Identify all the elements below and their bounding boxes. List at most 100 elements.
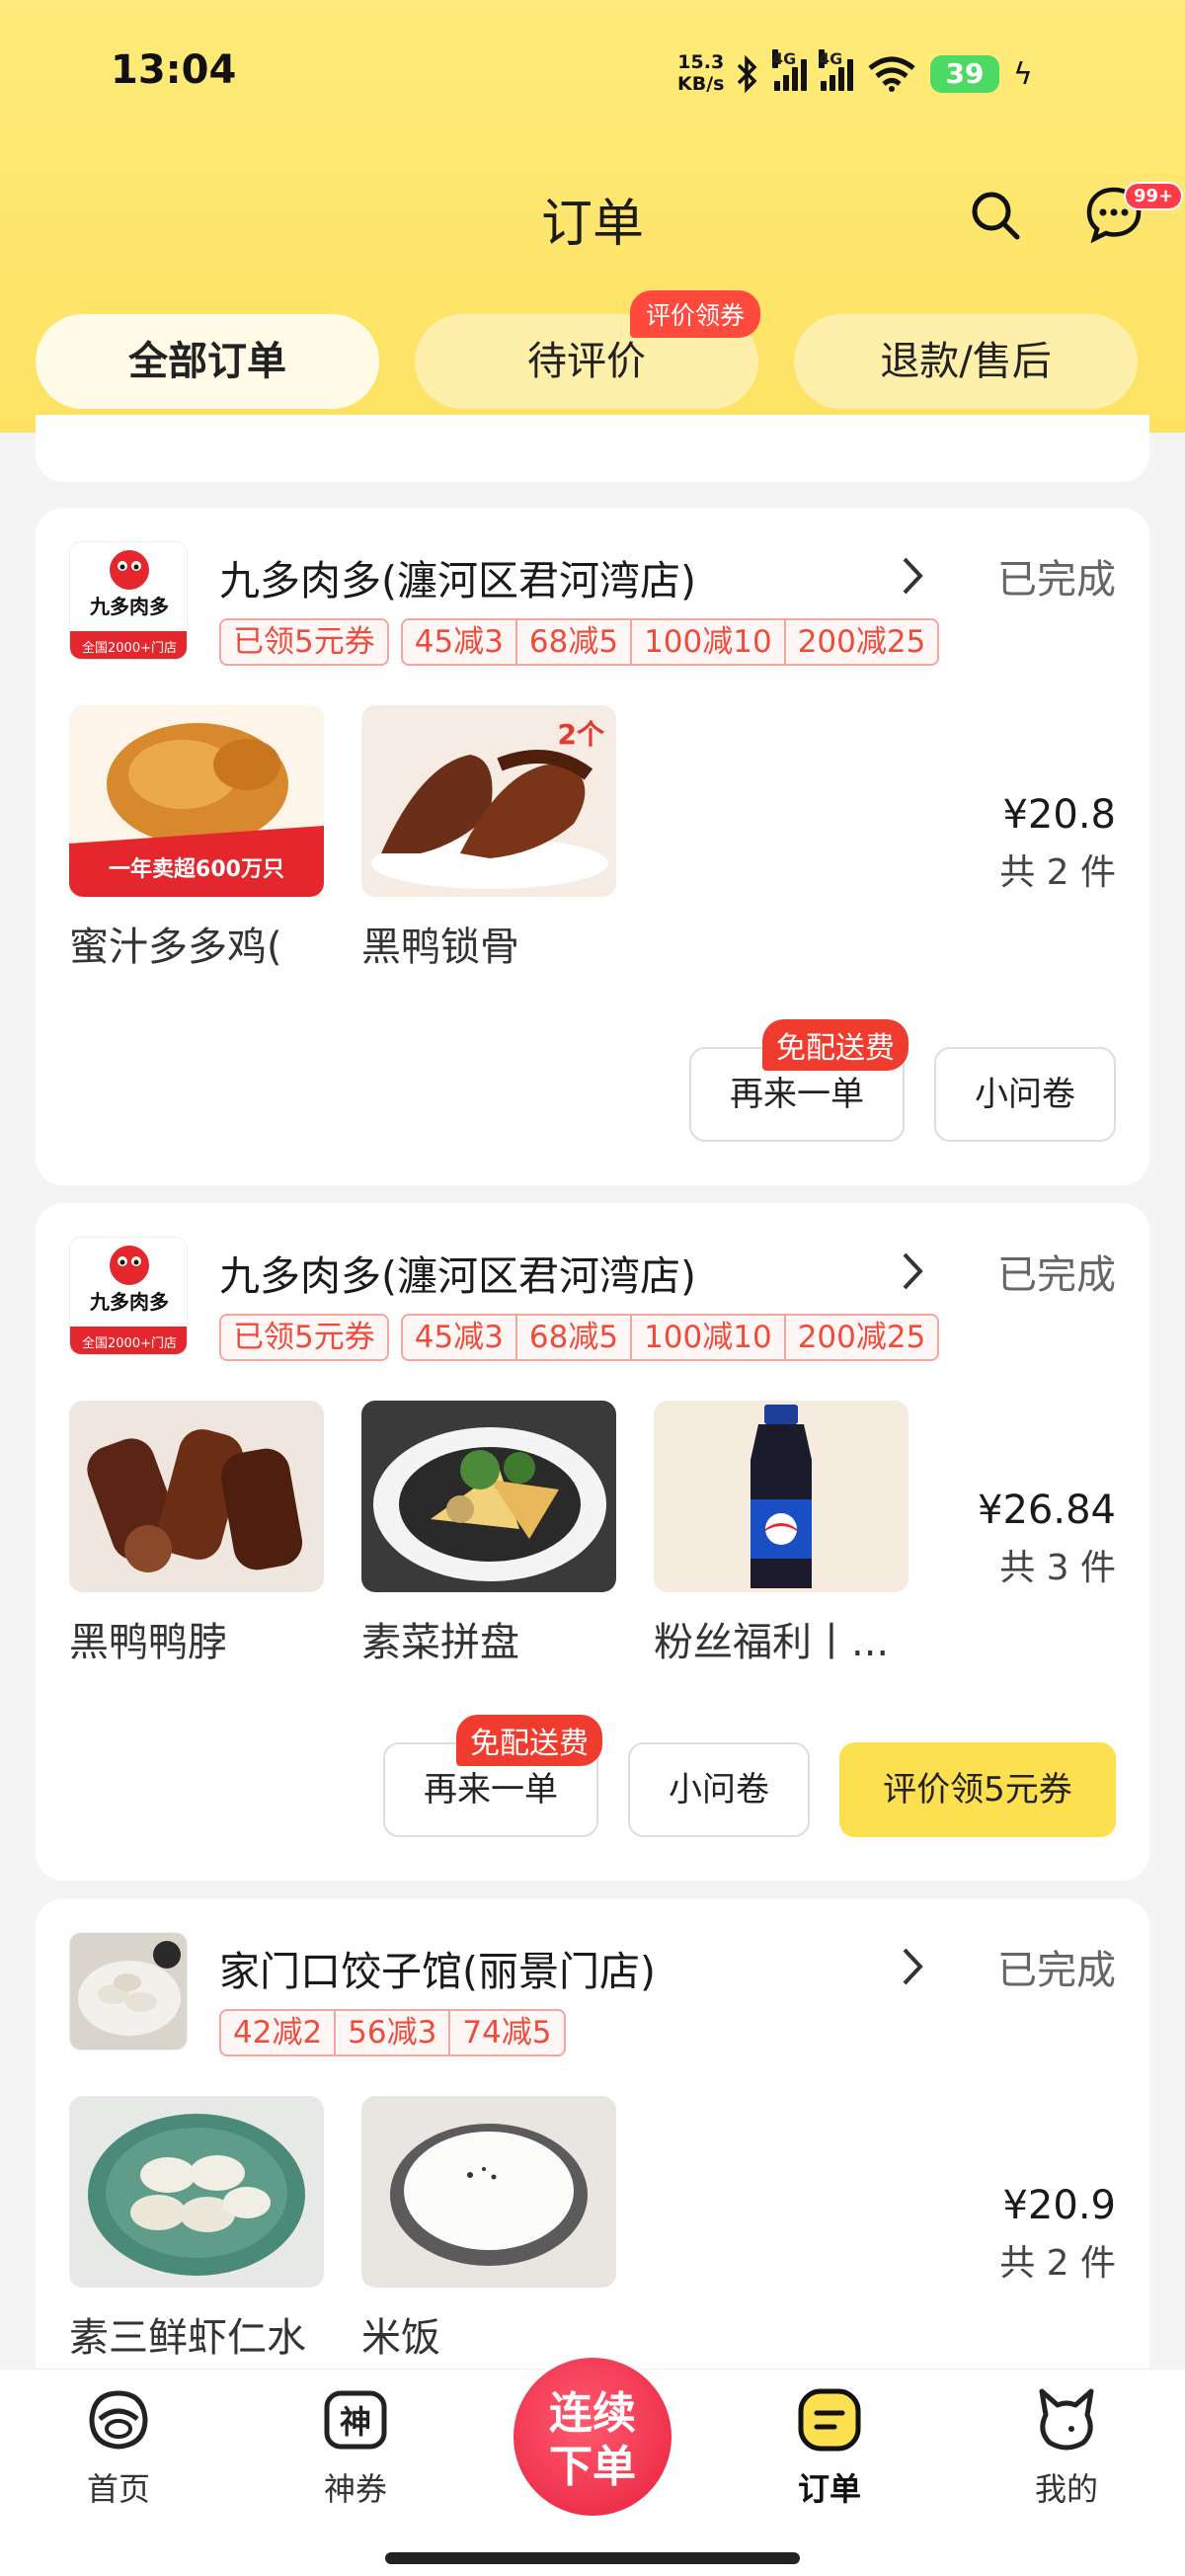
order-card[interactable]: 九多肉多 全国2000+门店 九多肉多(瀍河区君河湾店) 已完成 已领5元券 4…: [36, 1203, 1149, 1881]
status-time: 13:04: [111, 47, 237, 93]
discount-tag: 68减5: [516, 1314, 633, 1361]
status-icons: 4G 4G 39 ϟ: [735, 49, 1033, 99]
discount-tag: 200减25: [785, 1314, 940, 1361]
store-logo: 九多肉多 全国2000+门店: [69, 541, 188, 660]
order-item[interactable]: 一年卖超600万只 蜜汁多多鸡(: [69, 705, 324, 972]
nav-profile[interactable]: 我的: [997, 2385, 1136, 2510]
continuous-order-line1: 连续: [549, 2388, 636, 2439]
discount-tags: 45减3 68减5 100减10 200减25: [400, 1314, 940, 1361]
item-count: 共 2 件: [999, 2243, 1116, 2284]
chevron-right-icon[interactable]: [893, 551, 932, 601]
chevron-right-icon[interactable]: [893, 1942, 932, 1991]
battery-indicator: 39: [930, 55, 999, 93]
tab-refund[interactable]: 退款/售后: [794, 314, 1138, 409]
order-price: ¥26.84: [978, 1488, 1116, 1533]
status-bar: 13:04 15.3 KB/s 4G 4G 39 ϟ: [0, 0, 1185, 148]
review-button[interactable]: 评价领5元券: [839, 1742, 1116, 1837]
order-tabs: 全部订单 待评价 退款/售后: [0, 314, 1185, 409]
tab-all-orders[interactable]: 全部订单: [36, 314, 379, 409]
nav-home[interactable]: 首页: [49, 2385, 188, 2510]
order-status: 已完成: [997, 1948, 1116, 1993]
item-name: 素菜拼盘: [361, 1620, 519, 1665]
item-name: 蜜汁多多鸡(: [69, 925, 282, 970]
network-speed-unit: KB/s: [677, 73, 725, 95]
claimed-coupon-tag: 已领5元券: [219, 1314, 389, 1361]
discount-tag: 45减3: [400, 618, 517, 666]
item-name: 素三鲜虾仁水: [69, 2315, 306, 2361]
item-image: [361, 2096, 616, 2288]
signal-icon-1: 4G: [772, 49, 807, 91]
order-item[interactable]: 米饭: [361, 2096, 616, 2363]
nav-coupons[interactable]: 神 神券: [286, 2385, 425, 2510]
order-status: 已完成: [997, 1252, 1116, 1298]
logo-text: 九多肉多: [89, 595, 169, 618]
store-logo: 九多肉多 全国2000+门店: [69, 1237, 188, 1355]
network-speed: 15.3 KB/s: [677, 51, 724, 95]
coupon-tags: 已领5元券 45减3 68减5 100减10 200减25: [219, 618, 940, 666]
claimed-coupon-tag: 已领5元券: [219, 618, 389, 666]
discount-tag: 100减10: [632, 618, 786, 666]
nav-label: 订单: [797, 2470, 861, 2508]
store-name[interactable]: 家门口饺子馆(丽景门店): [219, 1938, 656, 1997]
item-image: [361, 1401, 616, 1592]
item-count: 共 2 件: [999, 852, 1116, 893]
survey-button[interactable]: 小问卷: [628, 1742, 810, 1837]
store-name[interactable]: 九多肉多(瀍河区君河湾店): [219, 547, 696, 606]
signal-icon-2: 4G: [819, 49, 853, 91]
nav-orders[interactable]: 订单: [760, 2385, 899, 2510]
nav-label: 我的: [1034, 2470, 1098, 2508]
item-name: 黑鸭锁骨: [361, 925, 519, 970]
discount-tag: 74减5: [450, 2009, 566, 2056]
charging-icon: ϟ: [1013, 56, 1033, 92]
item-image: 一年卖超600万只: [69, 705, 324, 897]
item-image: [69, 2096, 324, 2288]
item-count: 共 3 件: [999, 1548, 1116, 1588]
search-icon[interactable]: [966, 186, 1025, 245]
discount-tag: 68减5: [516, 618, 633, 666]
chevron-right-icon[interactable]: [893, 1247, 932, 1296]
discount-tags: 42减2 56减3 74减5: [219, 2009, 566, 2056]
order-item[interactable]: 2个 黑鸭锁骨: [361, 705, 616, 972]
logo-subtext: 全国2000+门店: [82, 640, 177, 656]
order-item[interactable]: 粉丝福利丨...: [654, 1401, 908, 1667]
home-icon: [89, 2390, 148, 2450]
profile-icon: [1039, 2388, 1094, 2451]
coupon-icon-glyph: 神: [340, 2403, 371, 2441]
logo-text: 九多肉多: [89, 1290, 169, 1314]
free-delivery-badge: 免配送费: [762, 1019, 908, 1071]
wifi-icon: [868, 56, 915, 92]
discount-tag: 200减25: [785, 618, 940, 666]
coupon-tags: 42减2 56减3 74减5: [219, 2009, 566, 2056]
title-bar: 订单 99+: [0, 168, 1185, 257]
order-card[interactable]: 九多肉多 全国2000+门店 九多肉多(瀍河区君河湾店) 已完成 已领5元券 4…: [36, 508, 1149, 1185]
item-image: [654, 1401, 908, 1592]
home-indicator: [385, 2552, 800, 2564]
order-item[interactable]: 黑鸭鸭脖: [69, 1401, 324, 1667]
discount-tag: 100减10: [632, 1314, 786, 1361]
item-name: 粉丝福利丨...: [654, 1620, 890, 1665]
nav-label: 神券: [323, 2470, 387, 2508]
coupon-icon: 神: [324, 2390, 387, 2450]
item-quantity: 2个: [557, 718, 604, 751]
order-item[interactable]: 素菜拼盘: [361, 1401, 616, 1667]
previous-order-card: [36, 415, 1149, 482]
store-name[interactable]: 九多肉多(瀍河区君河湾店): [219, 1243, 696, 1302]
item-image: 2个: [361, 705, 616, 897]
survey-button[interactable]: 小问卷: [934, 1047, 1116, 1142]
network-type-label: 4G: [772, 49, 797, 68]
network-speed-value: 15.3: [677, 51, 725, 73]
header: 13:04 15.3 KB/s 4G 4G 39 ϟ 订单 99+ 评价领券 全…: [0, 0, 1185, 433]
orders-icon: [798, 2388, 861, 2452]
nav-label: 首页: [86, 2470, 150, 2508]
free-delivery-badge: 免配送费: [456, 1715, 602, 1766]
review-reward-badge: 评价领券: [630, 290, 761, 338]
order-item[interactable]: 素三鲜虾仁水: [69, 2096, 324, 2363]
discount-tag: 42减2: [219, 2009, 337, 2056]
continuous-order-button[interactable]: 连续 下单: [510, 2354, 675, 2520]
discount-tag: 56减3: [336, 2009, 451, 2056]
item-name: 黑鸭鸭脖: [69, 1620, 227, 1665]
order-price: ¥20.8: [1002, 792, 1116, 838]
order-status: 已完成: [997, 557, 1116, 603]
discount-tags: 45减3 68减5 100减10 200减25: [400, 618, 940, 666]
item-banner: 一年卖超600万只: [109, 857, 284, 882]
